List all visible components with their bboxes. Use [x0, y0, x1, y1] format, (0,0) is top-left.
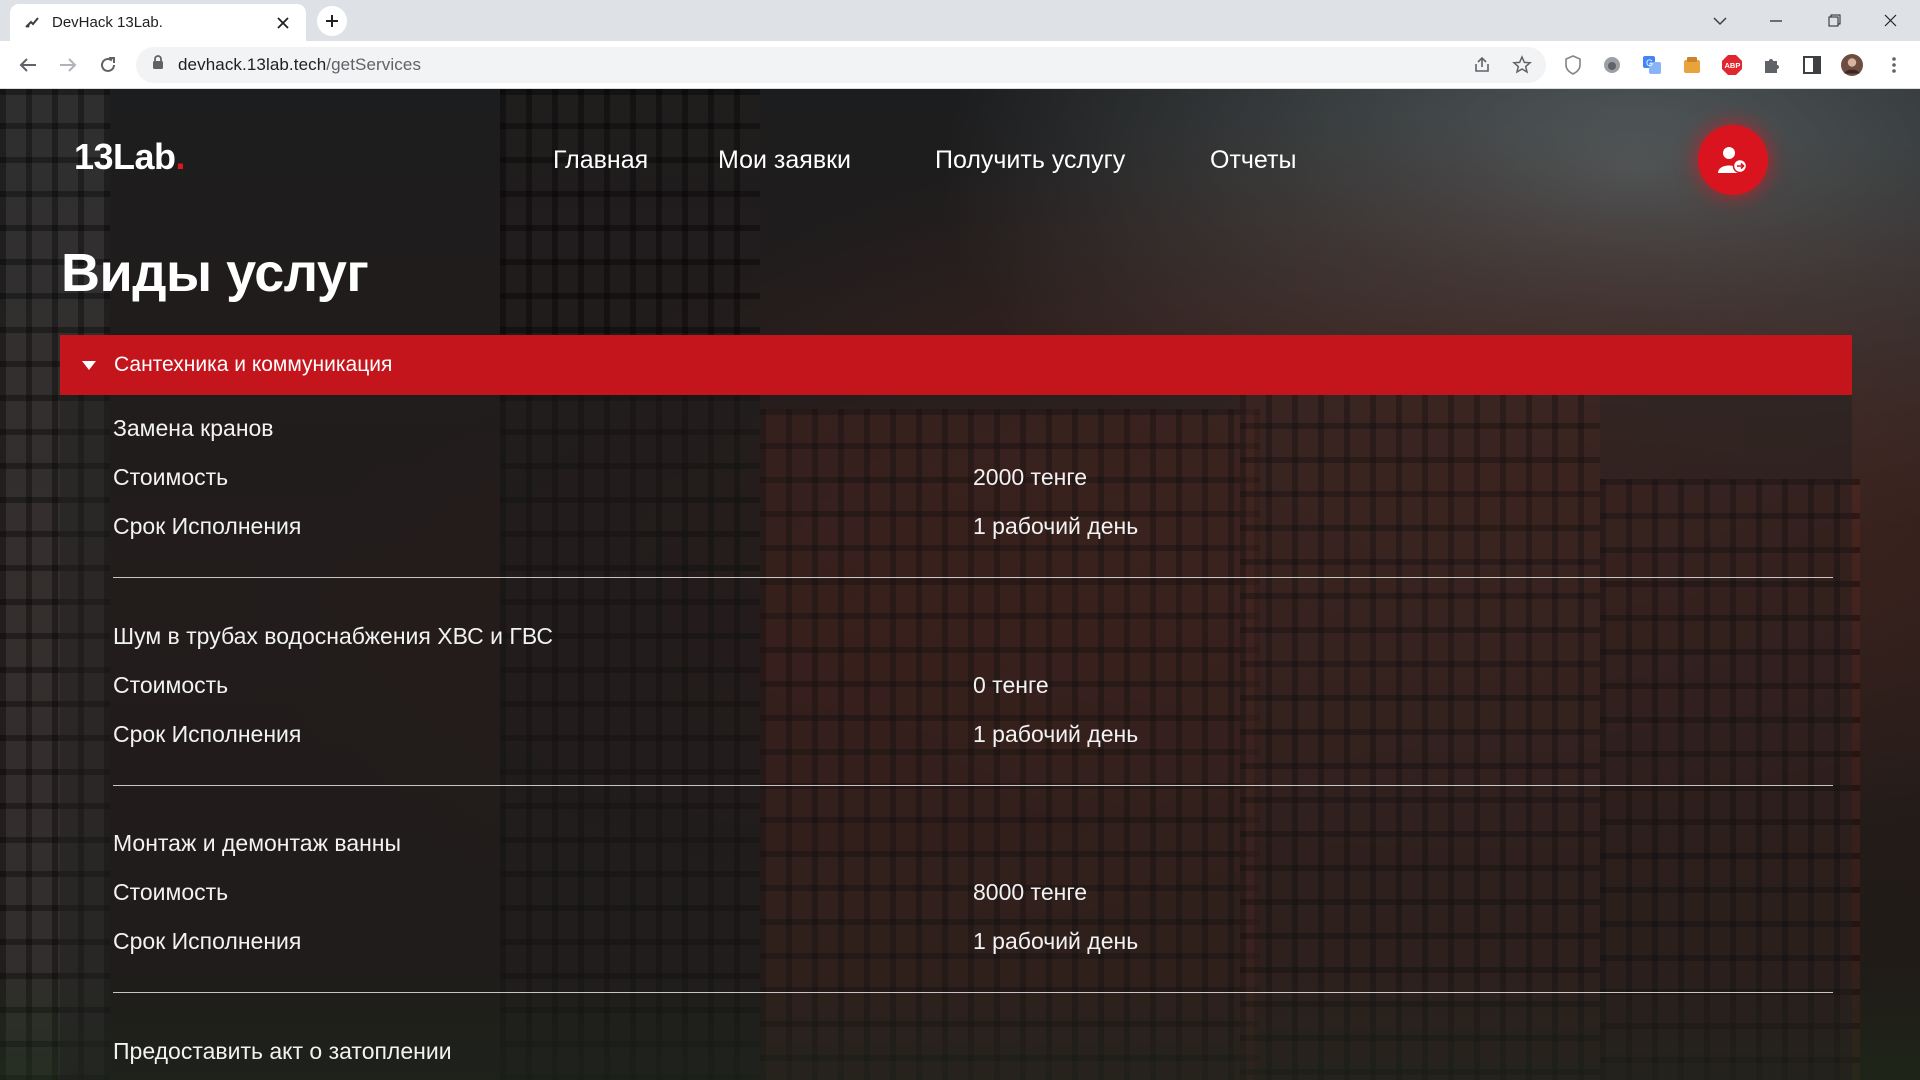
address-bar[interactable]: devhack.13lab.tech/getServices: [136, 47, 1546, 83]
service-divider: [113, 577, 1833, 578]
nav-home[interactable]: Главная: [553, 146, 648, 175]
nav-get-service[interactable]: Получить услугу: [935, 146, 1125, 175]
term-value: 1 рабочий день: [973, 721, 1139, 747]
extensions-puzzle-icon[interactable]: [1761, 54, 1783, 76]
term-label: Срок Исполнения: [113, 513, 302, 539]
cost-label: Стоимость: [113, 879, 229, 905]
svg-text:ABP: ABP: [1725, 61, 1741, 70]
nav-reports[interactable]: Отчеты: [1210, 146, 1296, 175]
logo-dot: .: [175, 136, 186, 177]
service-name: Монтаж и демонтаж ванны: [113, 830, 402, 856]
service-divider: [113, 785, 1833, 786]
services-panel: Сантехника и коммуникация Замена кранов …: [60, 335, 1852, 1080]
term-label: Срок Исполнения: [113, 928, 302, 954]
tab-search-icon[interactable]: [1692, 0, 1748, 41]
browser-tab-strip: DevHack 13Lab.: [0, 0, 1920, 41]
bookmark-star-icon[interactable]: [1512, 55, 1532, 75]
url-text: devhack.13lab.tech/getServices: [178, 55, 421, 75]
term-value: 1 рабочий день: [973, 513, 1139, 539]
svg-text:G: G: [1646, 58, 1653, 68]
browser-toolbar: devhack.13lab.tech/getServices G ABP: [0, 41, 1920, 89]
logo-text: 13Lab: [74, 136, 176, 177]
translate-extension-icon[interactable]: G: [1641, 54, 1663, 76]
cost-label: Стоимость: [113, 672, 229, 698]
url-host: devhack.13lab.tech: [178, 55, 327, 74]
service-name: Предоставить акт о затоплении: [113, 1038, 452, 1064]
profile-avatar[interactable]: [1841, 54, 1863, 76]
browser-menu-icon[interactable]: [1883, 54, 1905, 76]
cost-value: 0 тенге: [973, 672, 1049, 698]
site-favicon-icon: [24, 15, 40, 31]
minimize-button[interactable]: [1748, 0, 1804, 41]
browser-tab[interactable]: DevHack 13Lab.: [10, 4, 306, 41]
category-title: Сантехника и коммуникация: [114, 353, 393, 376]
cost-label: Стоимость: [113, 464, 229, 490]
user-logout-button[interactable]: [1698, 125, 1768, 195]
service-name: Замена кранов: [113, 415, 274, 441]
tab-title: DevHack 13Lab.: [52, 14, 163, 31]
shield-extension-icon[interactable]: [1562, 54, 1584, 76]
page-title: Виды услуг: [61, 243, 369, 303]
service-divider: [113, 992, 1833, 993]
cost-value: 2000 тенге: [973, 464, 1088, 490]
adblock-icon[interactable]: ABP: [1721, 54, 1743, 76]
side-panel-icon[interactable]: [1801, 54, 1823, 76]
category-accordion-header[interactable]: Сантехника и коммуникация: [60, 335, 1852, 395]
caret-down-icon: [82, 360, 96, 370]
service-name: Шум в трубах водоснабжения ХВС и ГВС: [113, 623, 554, 649]
user-logout-icon: [1718, 147, 1748, 174]
lock-icon[interactable]: [152, 55, 164, 75]
term-label: Срок Исполнения: [113, 721, 302, 747]
extension-box-icon[interactable]: [1681, 54, 1703, 76]
nav-my-requests[interactable]: Мои заявки: [718, 146, 851, 175]
back-button[interactable]: [12, 49, 44, 81]
restore-button[interactable]: [1806, 0, 1862, 41]
new-tab-button[interactable]: [317, 6, 347, 36]
reload-button[interactable]: [92, 49, 124, 81]
url-path: /getServices: [326, 55, 422, 74]
page-viewport: 13Lab. Главная Мои заявки Получить услуг…: [0, 89, 1920, 1080]
forward-button[interactable]: [52, 49, 84, 81]
tab-close-icon[interactable]: [274, 14, 292, 32]
extension-face-icon[interactable]: [1601, 54, 1623, 76]
site-logo[interactable]: 13Lab.: [74, 136, 186, 178]
share-icon[interactable]: [1472, 55, 1492, 75]
cost-value: 8000 тенге: [973, 879, 1088, 905]
term-value: 1 рабочий день: [973, 928, 1139, 954]
close-window-button[interactable]: [1862, 0, 1918, 41]
